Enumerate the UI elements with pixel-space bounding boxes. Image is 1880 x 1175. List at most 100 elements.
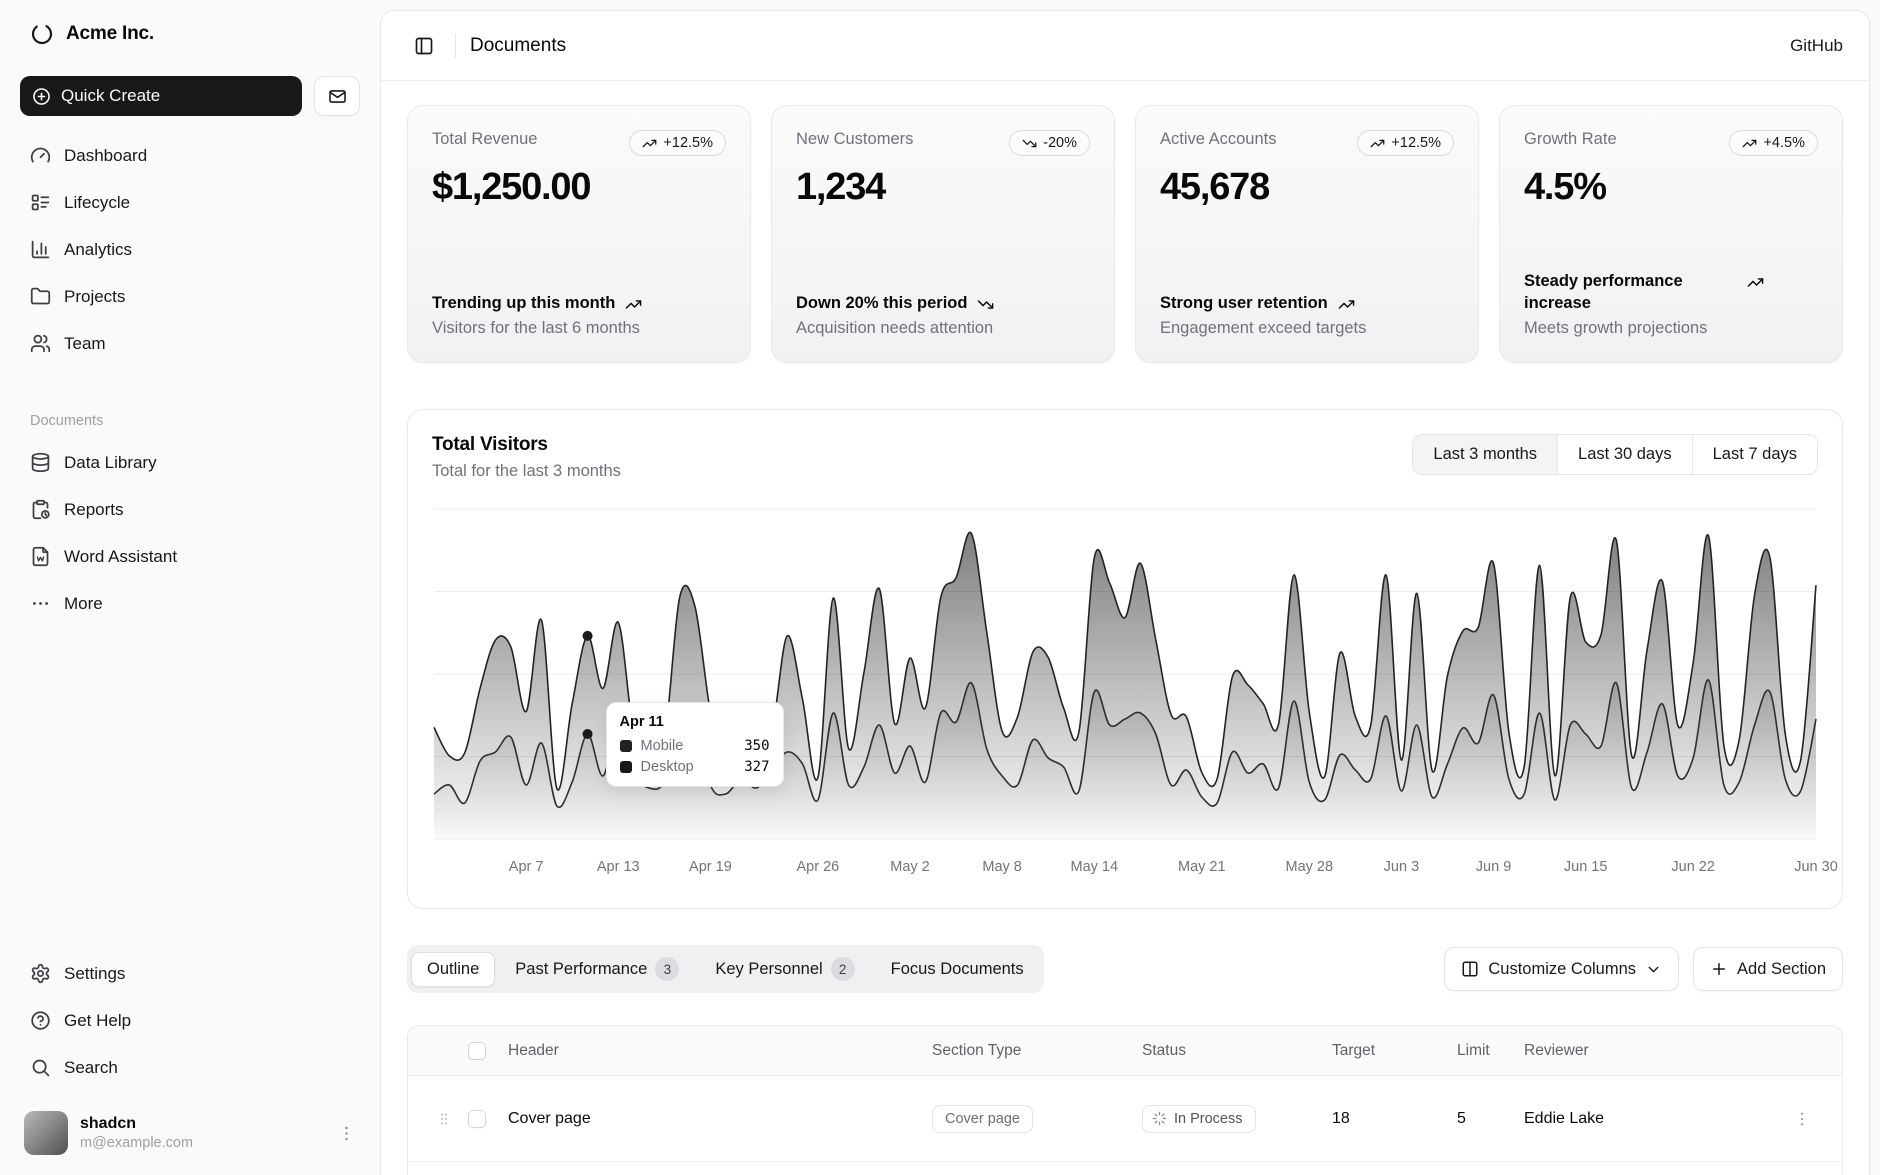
columns-icon bbox=[1461, 960, 1479, 978]
column-header: Target bbox=[1332, 1042, 1457, 1060]
quick-create-label: Quick Create bbox=[61, 86, 160, 106]
help-icon bbox=[30, 1010, 51, 1031]
row-checkbox[interactable] bbox=[468, 1110, 486, 1128]
svg-text:May 2: May 2 bbox=[890, 859, 930, 875]
trending-up-icon bbox=[625, 296, 642, 313]
table-header-row: Header Section Type Status Target Limit … bbox=[408, 1026, 1842, 1076]
table-row: Table of contents Table of contents Done… bbox=[408, 1162, 1842, 1175]
sidebar-item-projects[interactable]: Projects bbox=[20, 273, 360, 320]
stat-cards: Total Revenue +12.5% $1,250.00 Trending … bbox=[407, 105, 1843, 363]
chart-tooltip: Apr 11 Mobile 350 Desktop 327 bbox=[606, 702, 784, 787]
sidebar-section-label: Documents bbox=[20, 413, 360, 439]
customize-columns-button[interactable]: Customize Columns bbox=[1444, 947, 1679, 991]
svg-text:May 28: May 28 bbox=[1285, 859, 1333, 875]
list-details-icon bbox=[30, 192, 51, 213]
clipboard-icon bbox=[30, 499, 51, 520]
select-all-checkbox[interactable] bbox=[468, 1042, 486, 1060]
tab-focus-documents[interactable]: Focus Documents bbox=[875, 952, 1040, 987]
sidebar-item-settings[interactable]: Settings bbox=[20, 950, 360, 997]
page-title: Documents bbox=[470, 35, 566, 57]
drag-handle-icon[interactable] bbox=[420, 1110, 468, 1128]
trending-up-icon bbox=[1742, 136, 1757, 151]
github-link[interactable]: GitHub bbox=[1790, 36, 1843, 56]
column-header: Reviewer bbox=[1524, 1042, 1774, 1060]
stat-card-growth-rate: Growth Rate +4.5% 4.5% Steady performanc… bbox=[1499, 105, 1843, 363]
stat-card-title: Growth Rate bbox=[1524, 130, 1617, 149]
tab-key-personnel[interactable]: Key Personnel 2 bbox=[699, 949, 870, 989]
tooltip-date: Apr 11 bbox=[620, 714, 770, 730]
mobile-swatch bbox=[620, 740, 632, 752]
sidebar-item-reports[interactable]: Reports bbox=[20, 486, 360, 533]
tab-outline[interactable]: Outline bbox=[411, 952, 495, 987]
brand[interactable]: Acme Inc. bbox=[20, 14, 360, 54]
svg-text:Jun 15: Jun 15 bbox=[1564, 859, 1608, 875]
topbar: Documents GitHub bbox=[381, 11, 1869, 81]
sidebar-item-analytics[interactable]: Analytics bbox=[20, 226, 360, 273]
stat-card-value: 4.5% bbox=[1524, 166, 1818, 209]
area-chart[interactable]: Apr 7Apr 13Apr 19Apr 26May 2May 8May 14M… bbox=[432, 503, 1818, 875]
row-header-cell[interactable]: Cover page bbox=[508, 1110, 932, 1128]
users-icon bbox=[30, 333, 51, 354]
brand-name: Acme Inc. bbox=[66, 23, 154, 45]
chart-bar-icon bbox=[30, 239, 51, 260]
sidebar-item-lifecycle[interactable]: Lifecycle bbox=[20, 179, 360, 226]
target-cell[interactable]: 18 bbox=[1332, 1110, 1457, 1128]
stat-card-value: $1,250.00 bbox=[432, 166, 726, 209]
sidebar-item-get-help[interactable]: Get Help bbox=[20, 997, 360, 1044]
range-last-30-days[interactable]: Last 30 days bbox=[1557, 435, 1692, 474]
sidebar-item-data-library[interactable]: Data Library bbox=[20, 439, 360, 486]
gauge-icon bbox=[30, 145, 51, 166]
row-menu-icon[interactable] bbox=[1774, 1110, 1830, 1128]
sidebar-item-label: Word Assistant bbox=[64, 547, 177, 567]
tooltip-row-desktop: Desktop 327 bbox=[620, 759, 770, 775]
sidebar-item-word-assistant[interactable]: Word Assistant bbox=[20, 533, 360, 580]
sidebar-item-dashboard[interactable]: Dashboard bbox=[20, 132, 360, 179]
tab-past-performance[interactable]: Past Performance 3 bbox=[499, 949, 695, 989]
sections-table: Header Section Type Status Target Limit … bbox=[407, 1025, 1843, 1175]
trending-up-icon bbox=[642, 136, 657, 151]
column-header: Limit bbox=[1457, 1042, 1524, 1060]
sidebar-item-label: Data Library bbox=[64, 453, 157, 473]
mail-icon bbox=[328, 87, 347, 106]
svg-text:Jun 3: Jun 3 bbox=[1384, 859, 1419, 875]
user-menu[interactable]: shadcn m@example.com bbox=[20, 1105, 360, 1161]
plus-icon bbox=[1710, 960, 1728, 978]
desktop-swatch bbox=[620, 761, 632, 773]
sidebar-item-label: Team bbox=[64, 334, 106, 354]
dots-vertical-icon[interactable] bbox=[337, 1124, 356, 1143]
chart-subtitle: Total for the last 3 months bbox=[432, 462, 621, 481]
section-tabs-row: Outline Past Performance 3 Key Personnel… bbox=[407, 945, 1843, 993]
section-type-badge: Cover page bbox=[932, 1105, 1033, 1133]
svg-text:Apr 13: Apr 13 bbox=[597, 859, 640, 875]
avatar bbox=[24, 1111, 68, 1155]
stat-card-value: 1,234 bbox=[796, 166, 1090, 209]
divider bbox=[455, 34, 456, 58]
range-last-7-days[interactable]: Last 7 days bbox=[1692, 435, 1817, 474]
sidebar-item-team[interactable]: Team bbox=[20, 320, 360, 367]
sidebar-item-search[interactable]: Search bbox=[20, 1044, 360, 1091]
reviewer-cell[interactable]: Eddie Lake bbox=[1524, 1110, 1774, 1128]
gear-icon bbox=[30, 963, 51, 984]
stat-card-active-accounts: Active Accounts +12.5% 45,678 Strong use… bbox=[1135, 105, 1479, 363]
sidebar-toggle-button[interactable] bbox=[407, 29, 441, 63]
folder-icon bbox=[30, 286, 51, 307]
main-panel: Documents GitHub Total Revenue +12.5% $1… bbox=[380, 10, 1870, 1175]
trend-badge: +12.5% bbox=[1357, 130, 1454, 156]
trend-badge: +4.5% bbox=[1729, 130, 1818, 156]
limit-cell[interactable]: 5 bbox=[1457, 1110, 1524, 1128]
quick-create-button[interactable]: Quick Create bbox=[20, 76, 302, 116]
range-toggle-group: Last 3 months Last 30 days Last 7 days bbox=[1412, 434, 1818, 475]
sidebar-footer: Settings Get Help Search shadcn m@exampl… bbox=[20, 950, 360, 1161]
range-last-3-months[interactable]: Last 3 months bbox=[1413, 435, 1557, 474]
stat-card-total-revenue: Total Revenue +12.5% $1,250.00 Trending … bbox=[407, 105, 751, 363]
add-section-button[interactable]: Add Section bbox=[1693, 947, 1843, 991]
status-badge: In Process bbox=[1142, 1105, 1256, 1133]
tab-count-badge: 3 bbox=[655, 957, 679, 981]
svg-text:Apr 7: Apr 7 bbox=[509, 859, 544, 875]
circle-plus-icon bbox=[32, 87, 51, 106]
stat-card-title: Active Accounts bbox=[1160, 130, 1276, 149]
inbox-button[interactable] bbox=[314, 76, 360, 116]
column-header: Header bbox=[508, 1042, 932, 1060]
sidebar-item-label: Projects bbox=[64, 287, 125, 307]
sidebar-item-more[interactable]: More bbox=[20, 580, 360, 627]
